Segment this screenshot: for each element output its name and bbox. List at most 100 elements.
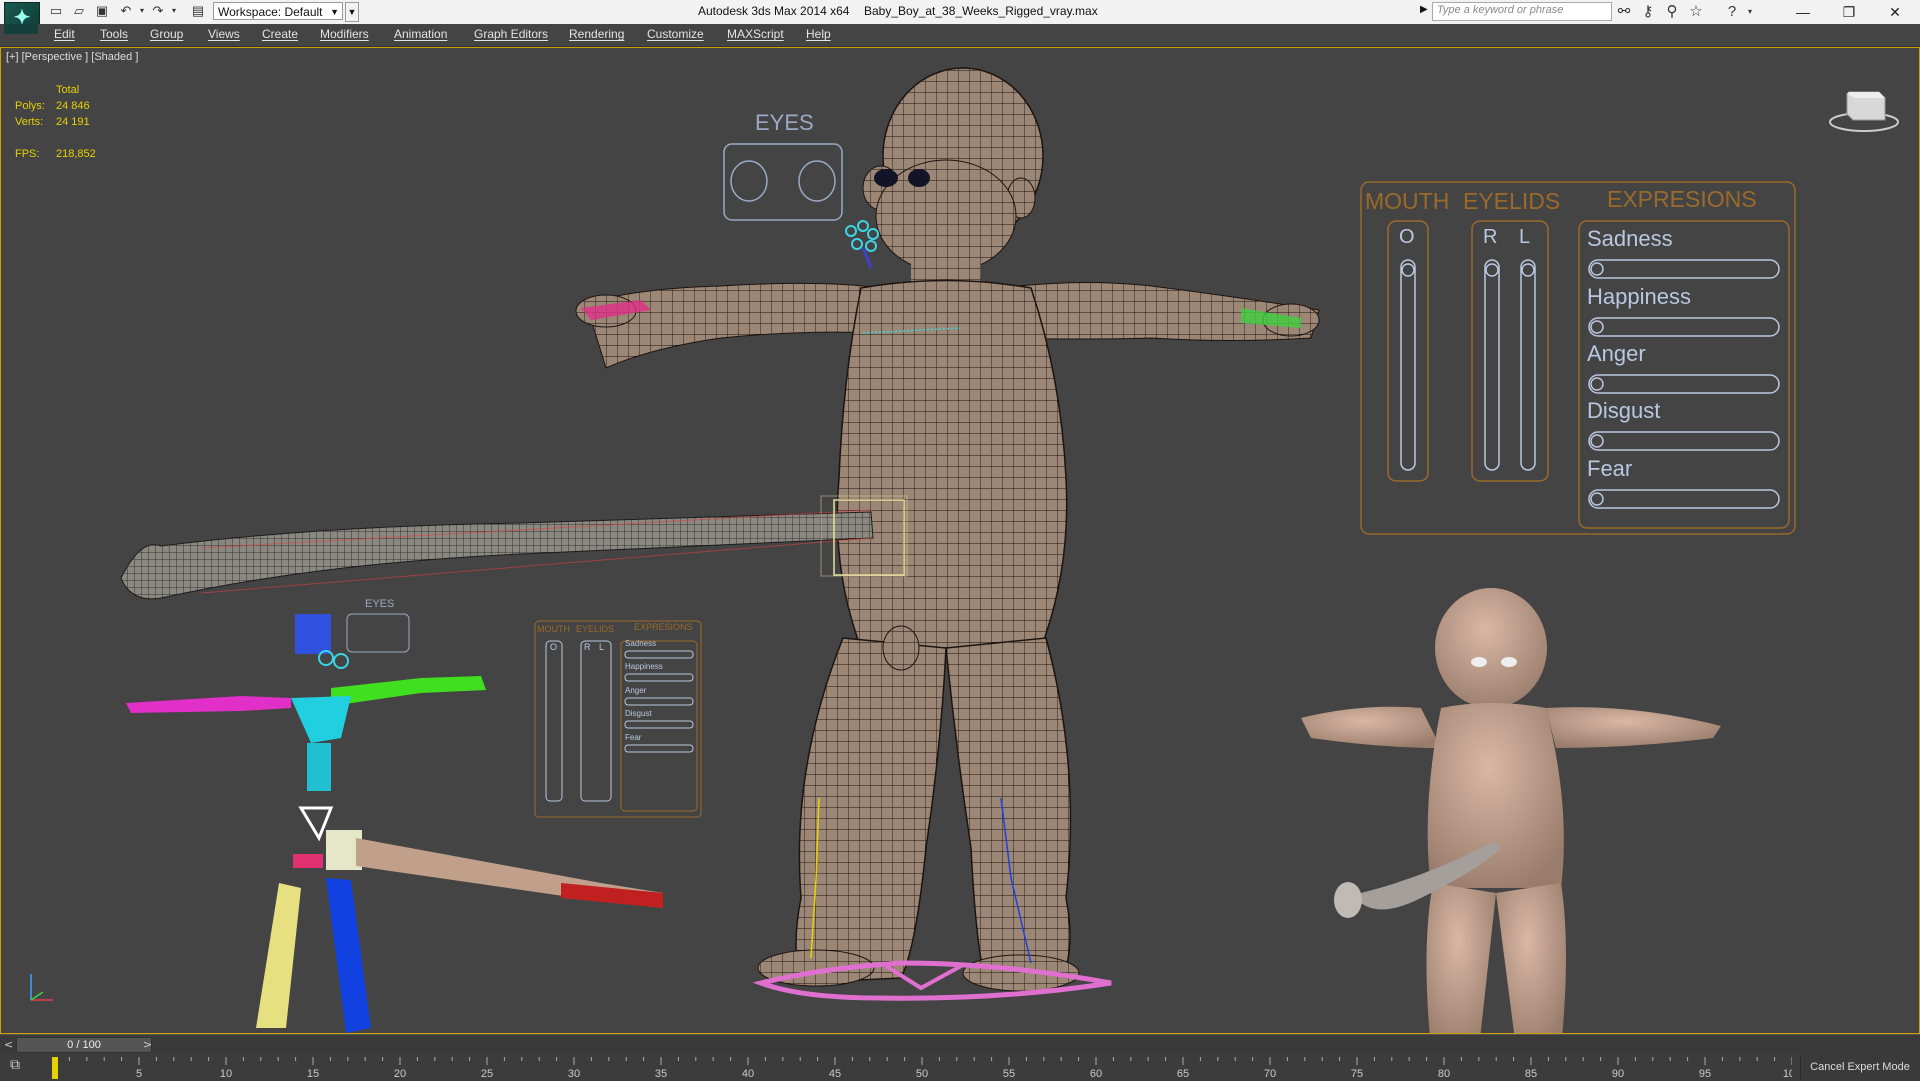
user-icon[interactable]: ⚲ [1662,2,1682,22]
ruler-label: 50 [916,1068,928,1080]
ruler-label: 85 [1525,1068,1537,1080]
menu-customize[interactable]: Customize [647,27,704,41]
axis-tripod-icon [30,974,53,1001]
minimize-button[interactable]: — [1780,0,1826,24]
mini-curve-editor-icon[interactable]: ⧉ [10,1057,32,1075]
save-icon[interactable]: ▣ [94,3,110,19]
document-title: Baby_Boy_at_38_Weeks_Rigged_vray.max [864,4,1098,18]
ruler-label: 30 [568,1068,580,1080]
search-input[interactable]: Type a keyword or phrase [1432,2,1612,21]
mini-fear-label: Fear [625,733,642,742]
menu-modifiers[interactable]: Modifiers [320,27,369,41]
mini-eyes-label: EYES [365,598,395,610]
help-dropdown-icon[interactable]: ▾ [1740,2,1760,22]
ruler-label: 75 [1351,1068,1363,1080]
close-button[interactable]: ✕ [1872,0,1918,24]
menu-graph-editors[interactable]: Graph Editors [474,27,548,41]
tube-mesh-wireframe[interactable] [120,495,908,600]
undo-dropdown-icon[interactable]: ▾ [134,3,150,19]
mini-anger-label: Anger [625,686,647,695]
expression-panel-frame [1360,181,1796,535]
menu-group[interactable]: Group [150,27,183,41]
ruler-label: 70 [1264,1068,1276,1080]
menu-tools[interactable]: Tools [100,27,128,41]
menu-bar: Edit Tools Group Views Create Modifiers … [0,24,1920,47]
ruler-label: 5 [136,1068,142,1080]
mini-mouth-label: MOUTH [537,624,570,634]
mini-eyelid-right-label: R [584,642,591,652]
menu-create[interactable]: Create [262,27,298,41]
next-frame-icon[interactable]: > [143,1038,152,1051]
viewport-label[interactable]: [+] [Perspective ] [Shaded ] [6,51,138,63]
mini-expression-panel [534,620,702,818]
redo-icon[interactable]: ↷ [150,3,166,19]
ruler-label: 60 [1090,1068,1102,1080]
ruler-label: 35 [655,1068,667,1080]
ruler-label: 40 [742,1068,754,1080]
menu-maxscript[interactable]: MAXScript [727,27,784,41]
expression-fear-label: Fear [1587,456,1633,481]
binoculars-icon[interactable]: ⚯ [1614,2,1634,22]
undo-icon[interactable]: ↶ [118,3,134,19]
expressions-label: EXPRESIONS [1607,186,1757,212]
help-icon[interactable]: ? [1722,2,1742,22]
restore-button[interactable]: ❐ [1826,0,1872,24]
ruler-label: 45 [829,1068,841,1080]
workspace-label: Workspace: Default [218,5,323,19]
bone-skeleton-rig[interactable] [126,613,663,1033]
mini-eyelids-label: EYELIDS [576,624,615,634]
time-slider-bar: < 0 / 100 > ⧉ 05101520253035404550556065… [0,1034,1920,1081]
expression-happiness-label: Happiness [1587,284,1691,309]
mini-expressions-label: EXPRESIONS [634,622,693,632]
ruler-label: 80 [1438,1068,1450,1080]
eyes-control-box[interactable] [723,143,843,221]
eyes-control-label: EYES [755,110,814,135]
new-file-icon[interactable]: ▭ [48,3,64,19]
cancel-expert-mode-button[interactable]: Cancel Expert Mode [1800,1055,1919,1079]
mouth-slider-label: O [1399,226,1415,248]
redo-dropdown-icon[interactable]: ▾ [166,3,182,19]
playhead[interactable] [52,1057,58,1079]
mini-disgust-label: Disgust [625,709,652,718]
ruler-label: 25 [481,1068,493,1080]
project-folder-icon[interactable]: ▤ [190,3,206,19]
menu-edit[interactable]: Edit [54,27,75,41]
expression-sadness-label: Sadness [1587,226,1673,251]
mini-mouth-slider-label: O [550,642,558,652]
frame-ruler[interactable]: 0510152025303540455055606570758085909510… [52,1053,1792,1081]
eyelid-right-label: R [1483,226,1498,248]
menu-help[interactable]: Help [806,27,831,41]
ruler-label: 95 [1699,1068,1711,1080]
ruler-label: 90 [1612,1068,1624,1080]
search-expand-icon[interactable]: ▶ [1420,4,1428,15]
eyelids-label: EYELIDS [1463,188,1561,214]
key-icon[interactable]: ⚷ [1638,2,1658,22]
mini-happiness-label: Happiness [625,662,663,671]
menu-views[interactable]: Views [208,27,240,41]
mini-sadness-label: Sadness [625,639,657,648]
viewcube-icon[interactable] [1829,84,1899,134]
verts-value: 24 191 [56,116,90,128]
menu-rendering[interactable]: Rendering [569,27,624,41]
ruler-label: 15 [307,1068,319,1080]
ruler-label: 20 [394,1068,406,1080]
workspace-menu-button[interactable]: ▼ [345,2,359,22]
mini-eyelid-left-label: L [599,642,605,652]
fps-label: FPS: [15,148,40,160]
open-folder-icon[interactable]: ▱ [71,3,87,19]
ruler-label: 65 [1177,1068,1189,1080]
previous-frame-icon[interactable]: < [4,1038,13,1051]
workspace-dropdown[interactable]: Workspace: Default ▼ [213,2,343,20]
baby-render-preview[interactable] [1301,588,1721,1033]
ruler-label: 55 [1003,1068,1015,1080]
app-logo-tab [4,24,38,34]
menu-animation[interactable]: Animation [394,27,447,41]
stats-header: Total [56,84,80,96]
ruler-label: 100 [1783,1068,1792,1080]
title-bar: ✦ ▭ ▱ ▣ ↶ ▾ ↷ ▾ ▤ Workspace: Default ▼ ▼… [0,0,1920,34]
fps-value: 218,852 [56,148,96,160]
time-slider[interactable]: 0 / 100 [16,1037,152,1053]
star-icon[interactable]: ☆ [1686,2,1706,22]
perspective-viewport[interactable]: [+] [Perspective ] [Shaded ] Total Polys… [0,47,1920,1034]
polys-label: Polys: [15,100,45,112]
